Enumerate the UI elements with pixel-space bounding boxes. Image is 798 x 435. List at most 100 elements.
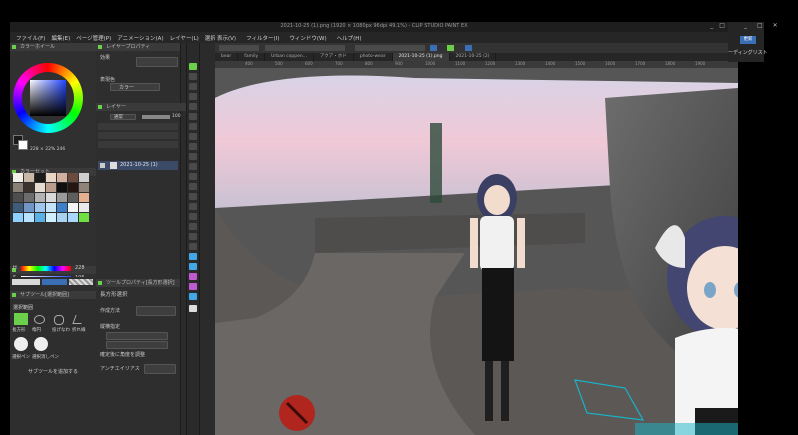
color-swatch[interactable] [46, 183, 56, 192]
color-swatch[interactable] [13, 173, 23, 182]
tool-operation-icon[interactable] [189, 93, 197, 100]
tool-frame-icon[interactable] [189, 233, 197, 240]
saturation-value-square[interactable] [30, 80, 66, 116]
selection-pen-icon[interactable] [14, 337, 28, 351]
tab-document-2[interactable]: 2021-10-25 (2) [450, 53, 497, 61]
color-swatch[interactable] [68, 193, 78, 202]
tool-pen-icon[interactable] [189, 133, 197, 140]
tool-decoration-icon[interactable] [189, 173, 197, 180]
color-swatch[interactable] [46, 213, 56, 222]
tool-gradient-icon[interactable] [189, 213, 197, 220]
effect-buttons[interactable] [136, 57, 178, 67]
tool-layer-move-icon[interactable] [189, 103, 197, 110]
tab-photo[interactable]: photo-wear [354, 53, 393, 61]
menu-animation[interactable]: アニメーション(A) [117, 34, 163, 42]
rectangle-tool-button[interactable] [14, 313, 28, 325]
view-button-2[interactable] [447, 45, 454, 51]
color-swatch[interactable] [24, 193, 34, 202]
lasso-tool-icon[interactable] [54, 315, 64, 325]
color-swatch[interactable] [57, 213, 67, 222]
hue-slider[interactable]: H 228 [13, 265, 93, 271]
adjust-angle-checkbox[interactable]: 確定後に角度を調整 [100, 351, 145, 358]
menu-filter[interactable]: フィルター(I) [246, 34, 279, 42]
ellipse-tool-icon[interactable] [34, 315, 45, 324]
color-swatch[interactable] [68, 173, 78, 182]
visibility-icon[interactable] [100, 163, 105, 168]
tool-eraser-icon[interactable] [189, 183, 197, 190]
color-swatch[interactable] [68, 203, 78, 212]
selection-commands[interactable] [355, 45, 425, 51]
tool-pencil-icon[interactable] [189, 143, 197, 150]
color-swatch[interactable] [46, 173, 56, 182]
color-wheel[interactable] [13, 63, 83, 133]
tool-fill-icon[interactable] [189, 203, 197, 210]
color-swatch[interactable] [79, 183, 89, 192]
minimize-button[interactable]: _ [710, 22, 713, 29]
aspect-height-field[interactable] [106, 341, 168, 349]
aspect-label[interactable]: 縦横指定 [100, 323, 120, 330]
transparent-color-bar[interactable] [69, 279, 93, 285]
tab-aqua[interactable]: アクア・ホド [314, 53, 354, 61]
tool-ruler-icon[interactable] [189, 243, 197, 250]
tool-correction-icon[interactable] [189, 273, 197, 280]
color-swatch[interactable] [79, 173, 89, 182]
color-swatch[interactable] [13, 203, 23, 212]
color-swatch[interactable] [35, 193, 45, 202]
creation-method-buttons[interactable] [136, 306, 176, 316]
tool-brush-icon[interactable] [189, 153, 197, 160]
blend-mode-select[interactable]: 通常 [110, 114, 136, 120]
color-swatch[interactable] [13, 213, 23, 222]
color-mode-select[interactable]: カラー [110, 83, 160, 91]
color-swatch[interactable] [35, 203, 45, 212]
view-button-3[interactable] [465, 45, 472, 51]
tool-3d-icon[interactable] [189, 283, 197, 290]
layer-row[interactable]: 2021-10-25 (1) [98, 161, 178, 170]
color-swatch[interactable] [68, 183, 78, 192]
tool-extra-icon[interactable] [189, 293, 197, 300]
menu-window[interactable]: ウィンドウ(W) [289, 34, 326, 42]
drawing-canvas[interactable] [215, 68, 738, 435]
tool-hand-icon[interactable] [189, 83, 197, 90]
menu-layer[interactable]: レイヤー(L) [170, 34, 199, 42]
edit-commands[interactable] [265, 45, 345, 51]
tool-selection-icon[interactable] [189, 113, 197, 120]
tab-family[interactable]: family [238, 53, 266, 61]
menu-help[interactable]: ヘルプ(H) [337, 34, 362, 42]
menu-file[interactable]: ファイル(F) [16, 34, 45, 42]
color-swatch[interactable] [79, 213, 89, 222]
tool-figure-icon[interactable] [189, 223, 197, 230]
polyline-tool-icon[interactable] [72, 315, 85, 324]
opacity-slider[interactable] [142, 115, 170, 119]
add-sub-tool-button[interactable]: サブツールを追加する [28, 368, 78, 375]
color-swatch[interactable] [57, 183, 67, 192]
color-swatch[interactable] [24, 203, 34, 212]
tab-active-document[interactable]: 2021-10-25 (1).png [392, 53, 450, 61]
tab-bear[interactable]: bear [215, 53, 239, 61]
selection-eraser-icon[interactable] [34, 337, 48, 351]
update-button[interactable]: 更新 [740, 36, 756, 44]
tool-balloon-icon[interactable] [189, 263, 197, 270]
color-swatch[interactable] [24, 183, 34, 192]
tool-blend-icon[interactable] [189, 193, 197, 200]
menu-view[interactable]: 表示(V) [217, 34, 236, 42]
menu-page[interactable]: ページ管理(P) [76, 34, 111, 42]
color-swatch[interactable] [57, 193, 67, 202]
menu-edit[interactable]: 編集(E) [51, 34, 70, 42]
tool-airbrush-icon[interactable] [189, 163, 197, 170]
color-swatch[interactable] [13, 193, 23, 202]
maximize-button[interactable]: □ [719, 22, 725, 29]
tool-text-icon[interactable] [189, 253, 197, 260]
view-button-1[interactable] [430, 45, 437, 51]
color-swatch[interactable] [24, 173, 34, 182]
tab-urban[interactable]: Urban coppen... [265, 53, 315, 61]
antialias-buttons[interactable] [144, 364, 176, 374]
outer-minimize-button[interactable]: _ [744, 22, 747, 32]
color-swatch[interactable] [57, 173, 67, 182]
color-swatch[interactable] [35, 183, 45, 192]
main-color-swatch[interactable] [189, 305, 197, 312]
tool-eyedropper-icon[interactable] [189, 123, 197, 130]
sub-color-chip[interactable] [18, 140, 28, 150]
tool-zoom-icon[interactable] [189, 73, 197, 80]
color-swatch[interactable] [24, 213, 34, 222]
color-swatch[interactable] [13, 183, 23, 192]
